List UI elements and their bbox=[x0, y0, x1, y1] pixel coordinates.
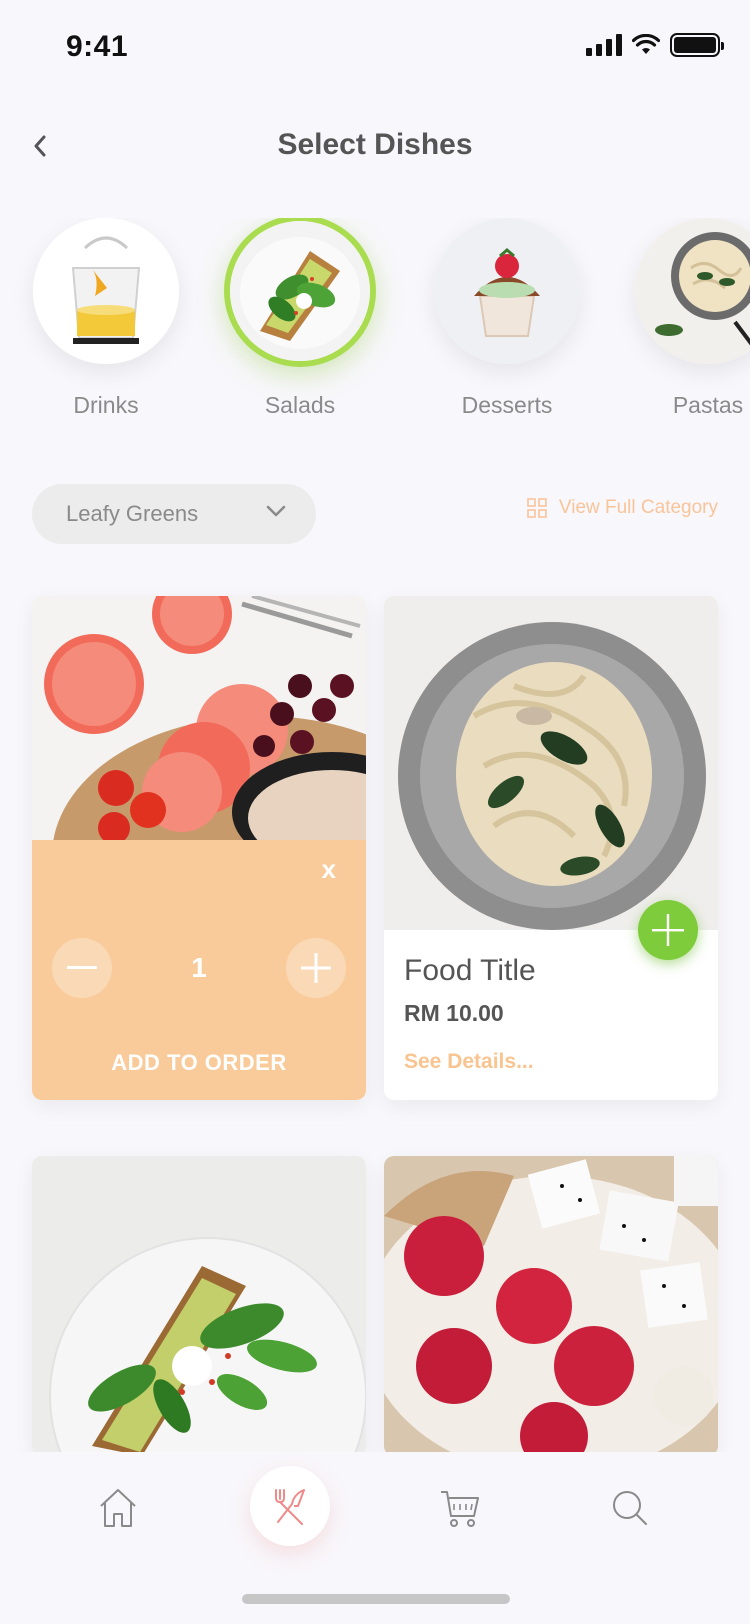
increase-quantity-button[interactable] bbox=[285, 938, 346, 998]
utensils-icon bbox=[275, 1489, 305, 1525]
category-desserts[interactable]: Desserts bbox=[427, 218, 587, 419]
category-pastas[interactable]: Pastas bbox=[628, 218, 750, 419]
food-price: RM 10.00 bbox=[404, 1000, 504, 1026]
view-full-category-link[interactable]: View Full Category bbox=[527, 497, 718, 519]
category-salads[interactable]: Salads bbox=[220, 218, 380, 419]
category-drinks[interactable]: Drinks bbox=[26, 218, 186, 419]
category-label: Desserts bbox=[461, 392, 553, 418]
minus-icon bbox=[67, 966, 97, 969]
battery-icon bbox=[670, 33, 724, 57]
food-image bbox=[32, 1156, 366, 1456]
pastas-image bbox=[635, 218, 750, 364]
view-full-category-label: View Full Category bbox=[558, 497, 718, 518]
quantity-stepper: 1 bbox=[52, 938, 346, 998]
page-title: Select Dishes bbox=[277, 128, 473, 161]
add-to-order-panel: x 1 ADD TO ORDER bbox=[32, 840, 366, 1100]
add-to-order-button[interactable]: ADD TO ORDER bbox=[32, 1050, 366, 1076]
category-label: Pastas bbox=[672, 392, 744, 418]
salads-image bbox=[224, 218, 376, 367]
food-card[interactable] bbox=[384, 1156, 718, 1456]
dropdown-value: Leafy Greens bbox=[66, 501, 199, 526]
add-to-cart-button[interactable] bbox=[638, 900, 698, 960]
plus-icon bbox=[300, 953, 331, 983]
status-time: 9:41 bbox=[66, 30, 129, 63]
desserts-image bbox=[434, 218, 580, 364]
status-bar: 9:41 bbox=[0, 0, 750, 94]
nav-cart[interactable] bbox=[430, 1478, 490, 1538]
drinks-image bbox=[33, 218, 179, 364]
nav-menu[interactable] bbox=[250, 1466, 330, 1546]
food-title: Food Title bbox=[404, 954, 536, 987]
nav-home[interactable] bbox=[88, 1478, 148, 1538]
category-carousel[interactable]: Drinks Salads Desserts Pastas bbox=[0, 218, 750, 438]
food-image bbox=[384, 596, 718, 930]
search-icon bbox=[613, 1491, 647, 1525]
category-label: Salads bbox=[264, 392, 336, 418]
home-indicator bbox=[242, 1594, 510, 1604]
food-card[interactable]: x 1 ADD TO ORDER bbox=[32, 596, 366, 1100]
food-card[interactable]: Food Title RM 10.00 See Details... bbox=[384, 596, 718, 1100]
cart-icon bbox=[441, 1491, 479, 1527]
subcategory-dropdown[interactable]: Leafy Greens bbox=[32, 484, 316, 544]
chevron-down-icon bbox=[266, 505, 286, 517]
decrease-quantity-button[interactable] bbox=[52, 938, 112, 998]
grid-icon bbox=[527, 498, 547, 518]
status-icons bbox=[586, 33, 724, 57]
food-card[interactable] bbox=[32, 1156, 366, 1456]
category-label: Drinks bbox=[73, 392, 139, 418]
home-icon bbox=[100, 1489, 136, 1527]
food-image bbox=[384, 1156, 718, 1456]
see-details-link[interactable]: See Details... bbox=[404, 1050, 534, 1074]
plus-icon bbox=[652, 914, 684, 946]
wifi-icon bbox=[632, 34, 660, 54]
close-panel-button[interactable]: x bbox=[322, 854, 336, 885]
nav-search[interactable] bbox=[600, 1478, 660, 1538]
quantity-value: 1 bbox=[191, 952, 207, 983]
signal-icon bbox=[586, 34, 622, 56]
food-image bbox=[32, 596, 366, 840]
